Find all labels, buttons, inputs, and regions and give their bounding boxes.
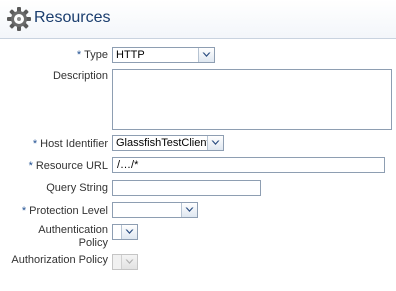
authentication-policy-label: Authentication Policy <box>38 224 108 249</box>
authorization-policy-select <box>112 254 138 270</box>
page-title: Resources <box>34 9 111 26</box>
type-select-value: HTTP <box>116 49 145 61</box>
type-label-text: Type <box>84 49 108 61</box>
host-identifier-select[interactable]: GlassfishTestClient <box>112 135 224 151</box>
authorization-policy-label: Authorization Policy <box>11 254 108 266</box>
protection-level-label-text: Protection Level <box>29 205 108 217</box>
required-marker: * <box>21 205 27 217</box>
chevron-down-icon <box>125 229 134 234</box>
authentication-policy-dropdown-button[interactable] <box>121 225 137 239</box>
chevron-down-icon <box>202 52 211 57</box>
resource-url-label: * Resource URL <box>29 160 108 173</box>
resource-url-label-text: Resource URL <box>35 160 108 172</box>
gear-icon <box>7 7 31 31</box>
protection-level-label: * Protection Level <box>22 205 108 218</box>
authentication-policy-select[interactable] <box>112 224 138 240</box>
chevron-down-icon <box>125 259 134 264</box>
required-marker: * <box>32 138 38 150</box>
query-string-label: Query String <box>46 182 108 194</box>
type-select[interactable]: HTTP <box>112 47 215 63</box>
protection-level-dropdown-button[interactable] <box>181 203 197 217</box>
authorization-policy-dropdown-button <box>121 255 137 269</box>
protection-level-select[interactable] <box>112 202 198 218</box>
page-header: Resources <box>0 0 396 39</box>
required-marker: * <box>76 49 82 61</box>
resource-url-input[interactable]: /…/* <box>112 157 385 173</box>
host-identifier-dropdown-button[interactable] <box>207 136 223 150</box>
query-string-input[interactable] <box>112 180 261 196</box>
host-identifier-label-text: Host Identifier <box>40 138 108 150</box>
description-label: Description <box>52 70 108 82</box>
chevron-down-icon <box>211 140 220 145</box>
type-label: * Type <box>77 49 108 62</box>
host-identifier-label: * Host Identifier <box>33 138 108 151</box>
description-textarea[interactable] <box>112 69 392 130</box>
chevron-down-icon <box>185 207 194 212</box>
required-marker: * <box>28 160 33 172</box>
host-identifier-value: GlassfishTestClient <box>116 137 210 149</box>
type-dropdown-button[interactable] <box>198 48 214 62</box>
